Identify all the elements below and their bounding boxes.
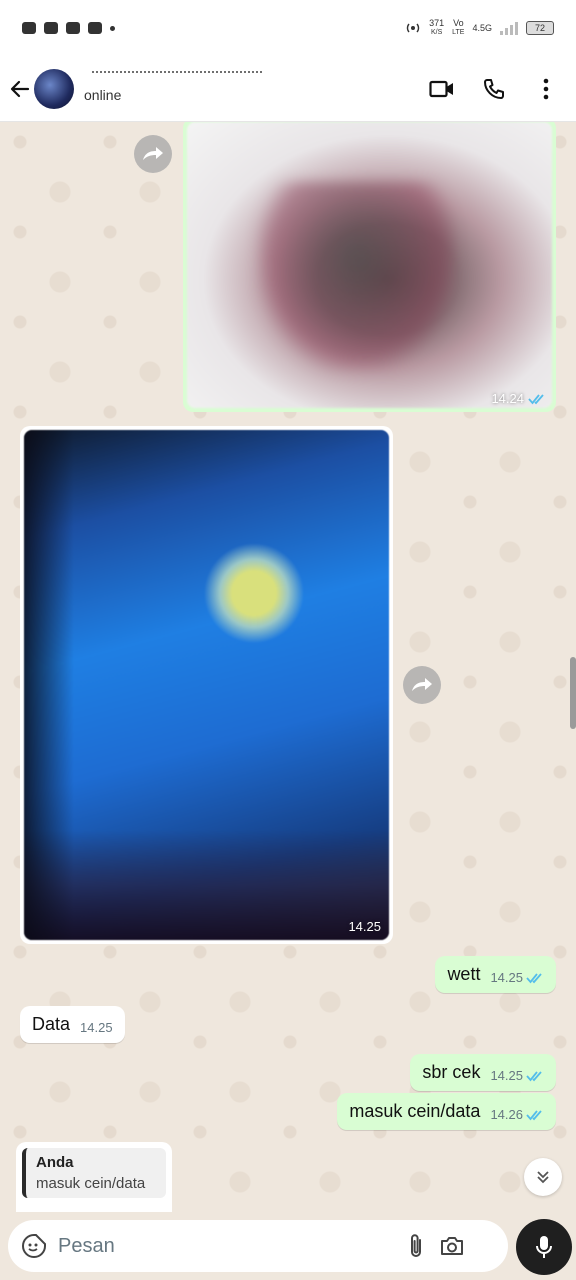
arrow-left-icon [10,80,30,97]
attach-button[interactable] [398,1228,434,1264]
forward-arrow-icon [412,678,432,691]
system-indicators: 371 K/S Vo LTE 4.5G 72 [405,19,554,37]
forward-button[interactable] [134,135,172,173]
message-time: 14.25 [490,1068,523,1083]
network-speed: 371 K/S [429,19,444,37]
status-bar: 371 K/S Vo LTE 4.5G 72 [0,0,576,56]
phone-icon [484,78,504,99]
contact-status: online [84,86,122,103]
chat-header: online [0,56,576,122]
message-meta: 14.25 [490,1068,544,1083]
app-notification-icon [66,22,80,34]
message-input[interactable] [58,1234,398,1258]
hotspot-icon [406,23,420,33]
more-notifications-icon [110,25,115,31]
sticker-button[interactable] [18,1230,50,1262]
quoted-message[interactable]: Anda masuk cein/data [22,1148,166,1198]
camera-icon [441,1237,463,1255]
double-check-icon [526,972,542,983]
battery-icon: 72 [526,21,554,35]
double-check-icon [526,1070,542,1081]
voice-message-button[interactable] [516,1219,572,1275]
message-input-box[interactable] [8,1220,508,1272]
more-options-button[interactable] [530,73,562,105]
volte-top: Vo [453,18,464,28]
paperclip-icon [411,1234,421,1257]
signal-bars-icon [500,21,518,35]
network-type: 4.5G [472,23,492,33]
incoming-image-message[interactable]: 14.25 [20,426,393,944]
double-check-icon [528,393,544,404]
header-actions [426,73,562,105]
volte-indicator: Vo LTE [452,19,464,37]
forward-button[interactable] [403,666,441,704]
message-text: masuk cein/data [349,1101,481,1121]
battery-level: 72 [534,23,545,33]
microphone-icon [536,1236,552,1258]
kebab-menu-icon [543,78,549,99]
message-time: 14.26 [490,1107,523,1122]
message-text: wett [447,964,481,984]
double-check-icon [526,1109,542,1120]
message-meta: 14.26 [490,1107,544,1122]
sticker-smiley-icon [22,1234,46,1258]
message-composer [0,1212,576,1280]
contact-avatar[interactable] [34,68,74,109]
quoted-author: Anda [36,1154,74,1171]
message-meta: 14.25 [348,919,381,934]
scroll-to-bottom-button[interactable] [524,1158,562,1196]
chat-scrollbar[interactable] [570,657,576,729]
outgoing-text-message[interactable]: sbr cek 14.25 [410,1054,556,1091]
message-text: Data [32,1014,71,1034]
outgoing-text-message[interactable]: wett 14.25 [435,956,556,993]
video-camera-icon [429,80,453,97]
outgoing-text-message[interactable]: masuk cein/data 14.26 [337,1093,556,1130]
incoming-text-message[interactable]: Data 14.25 [20,1006,125,1043]
contact-name-redacted [92,70,262,79]
telegram-notification-icon [44,22,58,34]
message-text: sbr cek [422,1062,481,1082]
contact-info[interactable]: online [84,67,344,111]
incoming-image[interactable] [24,430,389,940]
outgoing-image[interactable] [187,122,552,408]
message-time: 14.25 [80,1020,113,1035]
forward-arrow-icon [143,147,163,160]
message-meta: 14.24 [491,391,546,406]
message-time: 14.25 [490,970,523,985]
double-chevron-down-icon [537,1171,549,1184]
network-speed-value: 371 [429,18,445,28]
message-time: 14.25 [348,919,381,934]
quoted-text: masuk cein/data [36,1175,146,1192]
voice-call-button[interactable] [478,73,510,105]
network-speed-unit: K/S [430,29,443,36]
chat-area[interactable]: 14.24 14.25 wett 14.25 Data 14.25 sbr ce… [0,122,576,1222]
notification-icons [22,22,115,34]
outgoing-image-message[interactable]: 14.24 [183,122,556,412]
message-time: 14.24 [491,391,524,406]
back-button[interactable] [6,75,34,103]
gmail-notification-icon [88,22,102,34]
volte-bottom: LTE [452,29,465,36]
video-call-button[interactable] [426,73,458,105]
camera-button[interactable] [434,1228,470,1264]
incoming-reply-message[interactable]: Anda masuk cein/data [16,1142,172,1222]
chat-notification-icon [22,22,36,34]
message-meta: 14.25 [490,970,544,985]
